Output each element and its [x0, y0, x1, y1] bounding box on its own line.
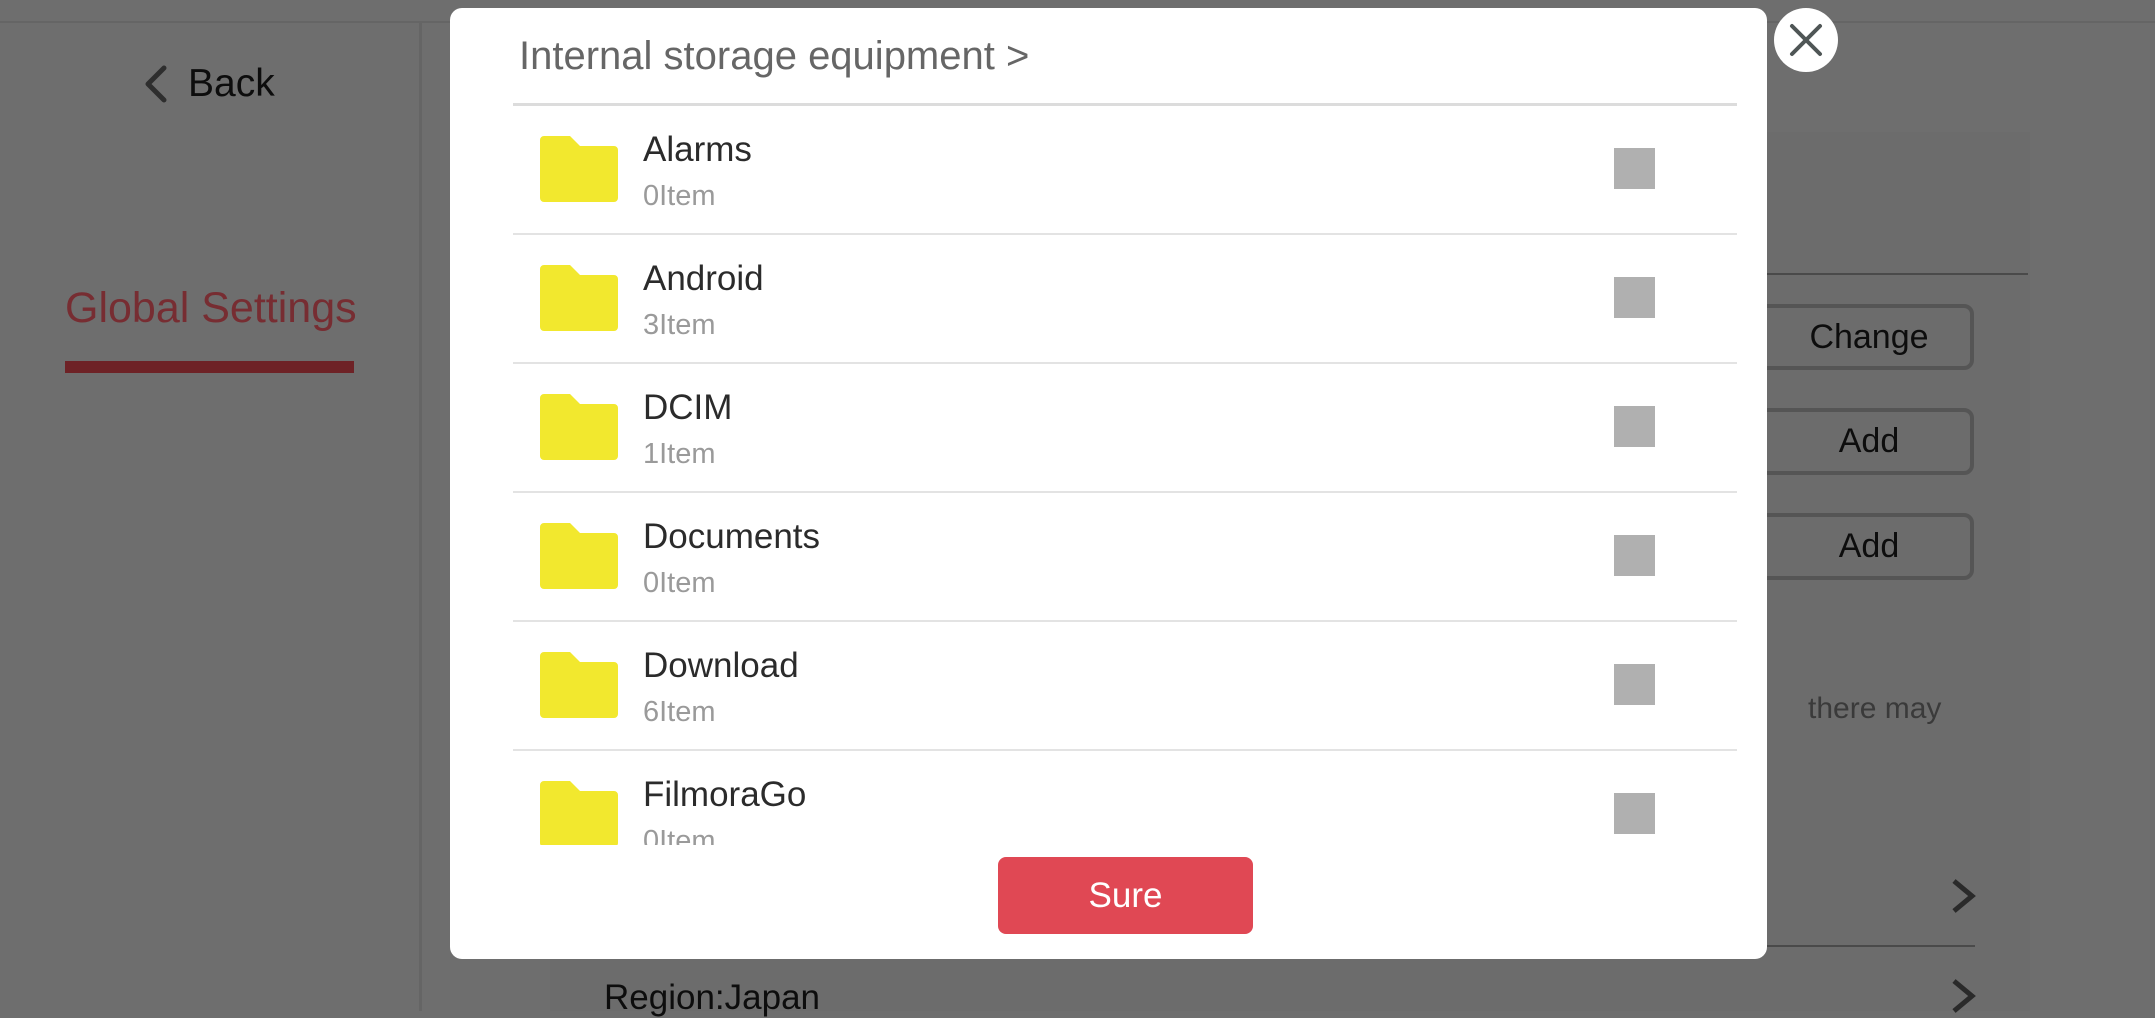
folder-item-count: 0Item: [643, 567, 716, 599]
hint-text: there may: [1808, 692, 1942, 725]
region-setting-row[interactable]: Region:Japan: [604, 978, 820, 1018]
folder-checkbox[interactable]: [1614, 406, 1655, 447]
close-button[interactable]: [1774, 8, 1838, 72]
add-button-1-label: Add: [1838, 422, 1900, 460]
active-tab-indicator: [65, 361, 354, 373]
folder-name: Documents: [643, 517, 821, 556]
chevron-left-icon: [145, 65, 167, 103]
folder-icon: [540, 394, 618, 460]
folder-row-documents[interactable]: Documents 0Item: [513, 493, 1737, 622]
folder-icon: [540, 265, 618, 331]
folder-name: Alarms: [643, 130, 752, 169]
folder-row-alarms[interactable]: Alarms 0Item: [513, 106, 1737, 235]
folder-item-count: 0Item: [643, 180, 716, 212]
folder-picker-dialog: Internal storage equipment > Alarms 0Ite…: [450, 8, 1767, 959]
folder-row-download[interactable]: Download 6Item: [513, 622, 1737, 751]
folder-item-count: 1Item: [643, 438, 716, 470]
folder-item-count: 6Item: [643, 696, 716, 728]
folder-checkbox[interactable]: [1614, 148, 1655, 189]
folder-icon: [540, 781, 618, 845]
add-button-2-label: Add: [1838, 527, 1900, 565]
folder-checkbox[interactable]: [1614, 277, 1655, 318]
chevron-right-icon[interactable]: [1950, 878, 1976, 914]
folder-list[interactable]: Alarms 0Item Android 3Item DCIM 1Item Do…: [513, 106, 1737, 845]
folder-icon: [540, 523, 618, 589]
folder-row-android[interactable]: Android 3Item: [513, 235, 1737, 364]
sidebar-divider: [419, 23, 422, 1011]
folder-name: FilmoraGo: [643, 775, 807, 814]
change-button-label: Change: [1809, 317, 1929, 356]
folder-checkbox[interactable]: [1614, 535, 1655, 576]
folder-name: DCIM: [643, 388, 733, 427]
folder-name: Android: [643, 259, 764, 298]
folder-row-dcim[interactable]: DCIM 1Item: [513, 364, 1737, 493]
folder-checkbox[interactable]: [1614, 793, 1655, 834]
folder-icon: [540, 136, 618, 202]
folder-icon: [540, 652, 618, 718]
folder-checkbox[interactable]: [1614, 664, 1655, 705]
folder-name: Download: [643, 646, 799, 685]
folder-item-count: 0Item: [643, 825, 716, 845]
back-label: Back: [188, 62, 275, 105]
back-button[interactable]: Back: [140, 56, 275, 112]
breadcrumb[interactable]: Internal storage equipment >: [519, 34, 1029, 79]
close-icon: [1790, 24, 1822, 56]
folder-item-count: 3Item: [643, 309, 716, 341]
folder-row-filmorago[interactable]: FilmoraGo 0Item: [513, 751, 1737, 845]
chevron-right-icon[interactable]: [1950, 978, 1976, 1014]
sure-button[interactable]: Sure: [998, 857, 1253, 934]
sidebar-item-global-settings[interactable]: Global Settings: [65, 284, 357, 333]
